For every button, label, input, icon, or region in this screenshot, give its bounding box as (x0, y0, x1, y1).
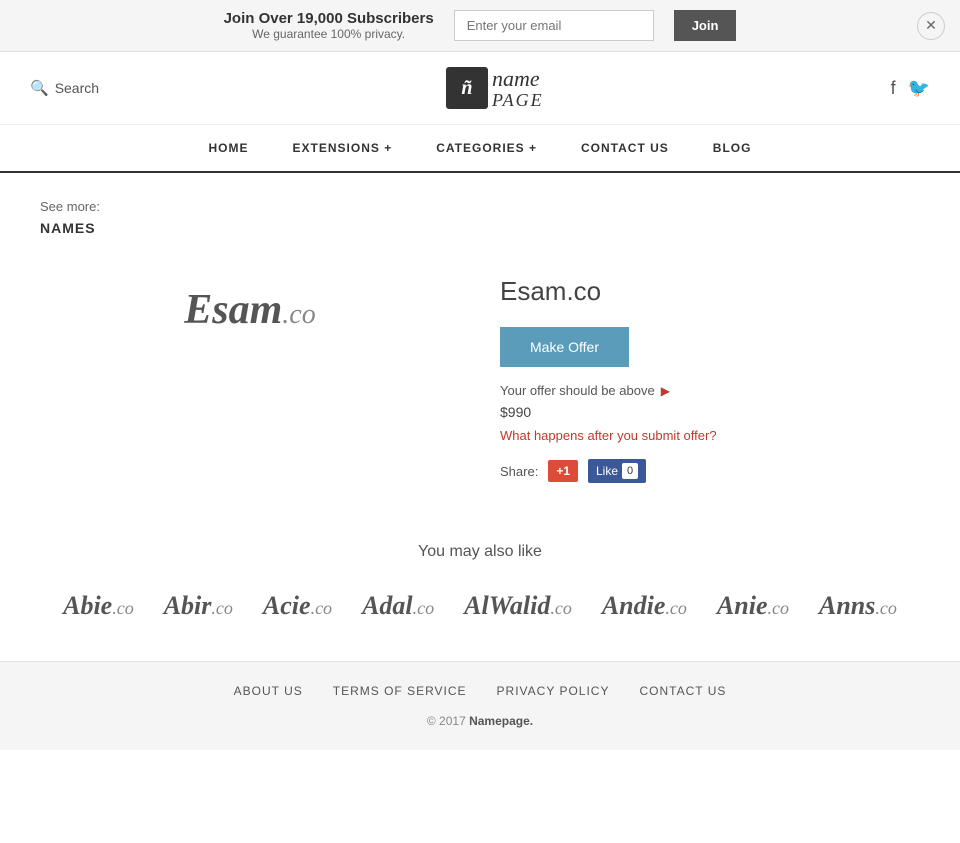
search-icon: 🔍 (30, 79, 49, 97)
share-row: Share: +1 Like 0 (500, 459, 920, 483)
logo-icon: ñ (461, 77, 472, 100)
join-button[interactable]: Join (674, 10, 737, 41)
logo-inner: ñ name PAGE (446, 67, 544, 109)
breadcrumb-link[interactable]: NAMES (40, 220, 920, 236)
footer-brand-link[interactable]: Namepage. (469, 714, 533, 728)
fb-like-label: Like (596, 464, 618, 478)
offer-hint-text: Your offer should be above (500, 383, 655, 398)
search-label: Search (55, 80, 99, 96)
domain-tld-part: .co (282, 299, 315, 330)
domain-name-part: Esam (184, 287, 282, 333)
similar-item[interactable]: Abir.co (164, 591, 233, 621)
close-banner-button[interactable]: ✕ (917, 12, 945, 40)
similar-item[interactable]: Andie.co (602, 591, 687, 621)
top-banner: Join Over 19,000 Subscribers We guarante… (0, 0, 960, 52)
offer-hint: Your offer should be above ▶ (500, 383, 920, 398)
offer-price: $990 (500, 404, 920, 420)
social-links: f 🐦 (891, 78, 930, 99)
similar-title: You may also like (40, 543, 920, 561)
similar-item[interactable]: AlWalid.co (464, 591, 572, 621)
search-trigger[interactable]: 🔍 Search (30, 79, 99, 97)
similar-item[interactable]: Anie.co (717, 591, 789, 621)
offer-arrow-icon: ▶ (661, 384, 670, 398)
logo-name: name (492, 67, 544, 91)
domain-logo: Esam.co (184, 286, 315, 334)
footer-links: ABOUT US TERMS OF SERVICE PRIVACY POLICY CO… (40, 684, 920, 698)
see-more-label: See more: (40, 199, 100, 214)
footer: ABOUT US TERMS OF SERVICE PRIVACY POLICY CO… (0, 661, 960, 750)
main-content: Esam.co Esam.co Make Offer Your offer sh… (0, 246, 960, 523)
similar-item[interactable]: Acie.co (263, 591, 332, 621)
logo-box: ñ (446, 67, 488, 109)
nav-extensions[interactable]: EXTENSIONS + (271, 125, 415, 171)
similar-item[interactable]: Anns.co (819, 591, 897, 621)
main-nav: HOME EXTENSIONS + CATEGORIES + CONTACT U… (0, 125, 960, 173)
logo[interactable]: ñ name PAGE (446, 67, 544, 109)
nav-home[interactable]: HOME (187, 125, 271, 171)
footer-link-terms[interactable]: TERMS OF SERVICE (333, 684, 467, 698)
email-input[interactable] (454, 10, 654, 41)
banner-title: Join Over 19,000 Subscribers (224, 10, 434, 27)
copyright-year: © 2017 (427, 714, 466, 728)
similar-section: You may also like Abie.coAbir.coAcie.coA… (0, 523, 960, 661)
footer-copyright: © 2017 Namepage. (40, 714, 920, 728)
header: 🔍 Search ñ name PAGE f 🐦 (0, 52, 960, 125)
domain-logo-area: Esam.co (40, 266, 460, 483)
footer-link-about[interactable]: ABOUT US (234, 684, 303, 698)
nav-contact[interactable]: CONTACT US (559, 125, 691, 171)
facebook-like-button[interactable]: Like 0 (588, 459, 646, 483)
domain-info: Esam.co Make Offer Your offer should be … (500, 266, 920, 483)
footer-link-contact[interactable]: CONTACT US (639, 684, 726, 698)
gplus-label: +1 (556, 464, 570, 478)
domain-title: Esam.co (500, 276, 920, 307)
banner-text: Join Over 19,000 Subscribers We guarante… (224, 10, 434, 41)
logo-page: PAGE (492, 91, 544, 109)
nav-categories[interactable]: CATEGORIES + (414, 125, 559, 171)
fb-count: 0 (622, 463, 638, 479)
similar-item[interactable]: Adal.co (362, 591, 434, 621)
similar-item[interactable]: Abie.co (63, 591, 134, 621)
offer-process-link[interactable]: What happens after you submit offer? (500, 428, 920, 443)
banner-subtitle: We guarantee 100% privacy. (224, 27, 434, 41)
make-offer-button[interactable]: Make Offer (500, 327, 629, 367)
similar-grid: Abie.co Abir.co Acie.co Adal.co AlWalid.co An… (40, 591, 920, 621)
facebook-icon[interactable]: f (891, 78, 896, 99)
logo-text: name PAGE (492, 67, 544, 109)
nav-blog[interactable]: BLOG (691, 125, 774, 171)
gplus-button[interactable]: +1 (548, 460, 578, 482)
share-label: Share: (500, 464, 538, 479)
twitter-icon[interactable]: 🐦 (908, 78, 930, 99)
breadcrumb: See more: NAMES (0, 173, 960, 246)
footer-link-privacy[interactable]: PRIVACY POLICY (497, 684, 610, 698)
